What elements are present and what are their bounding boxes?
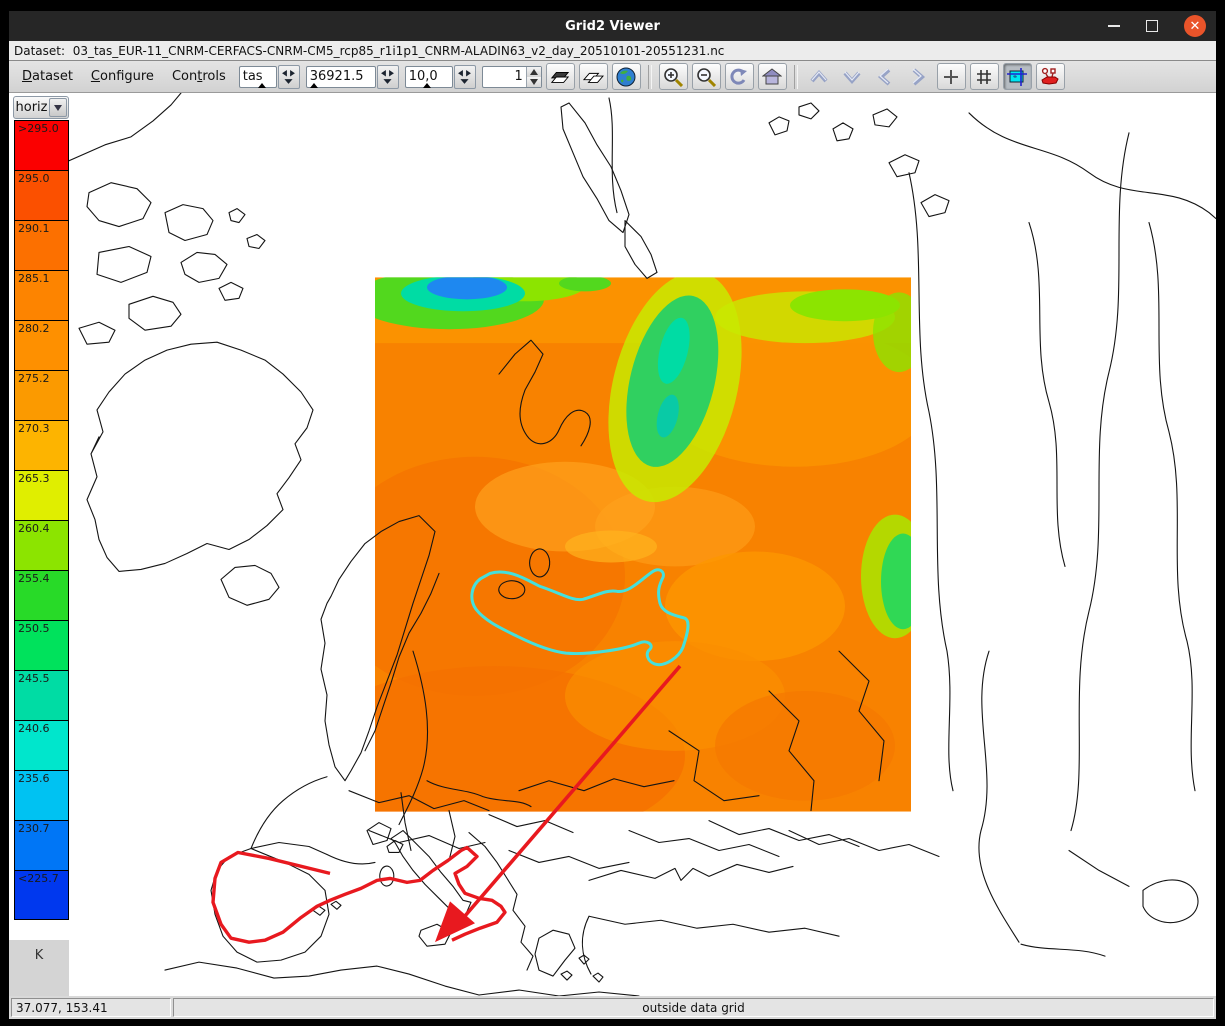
dataset-label: Dataset: xyxy=(14,44,65,58)
close-icon[interactable]: ✕ xyxy=(1184,15,1206,37)
dataset-filename: 03_tas_EUR-11_CNRM-CERFACS-CNRM-CM5_rcp8… xyxy=(73,44,725,58)
colorbar-entry: 250.5 xyxy=(14,620,69,670)
variable-spinner[interactable] xyxy=(278,65,300,89)
menu-configure[interactable]: Configure xyxy=(84,66,161,87)
colorbar-entry: 285.1 xyxy=(14,270,69,320)
level-spinner[interactable] xyxy=(454,65,476,89)
chevron-down-icon[interactable] xyxy=(49,98,67,117)
minimize-icon[interactable] xyxy=(1108,25,1120,27)
zoom-in-button[interactable] xyxy=(659,63,688,90)
rotate-icon xyxy=(729,67,749,87)
colorbar-entry: 260.4 xyxy=(14,520,69,570)
colorbar-entry: 255.4 xyxy=(14,570,69,620)
text-caret xyxy=(423,83,431,88)
up-chevron-icon xyxy=(809,69,829,85)
rotate-button[interactable] xyxy=(725,63,754,90)
toolbar-separator xyxy=(648,65,652,89)
time-spinner[interactable] xyxy=(377,65,399,89)
time-field[interactable]: 36921.5 xyxy=(306,66,376,88)
colorbar-legend: >295.0 295.0 290.1 285.1 280.2 275.2 270… xyxy=(14,120,69,920)
zoom-out-button[interactable] xyxy=(692,63,721,90)
colorbar-entry: 295.0 xyxy=(14,170,69,220)
data-grid-button[interactable] xyxy=(1003,63,1032,90)
colorbar-column: horiz >295.0 295.0 290.1 285.1 280.2 275… xyxy=(9,93,69,996)
data-grid-icon xyxy=(1006,67,1028,87)
multi-layers-icon xyxy=(582,67,604,87)
cycle-spinner-icon xyxy=(281,69,296,85)
status-message: outside data grid xyxy=(173,998,1214,1017)
toolbar-separator xyxy=(794,65,798,89)
frame-stepper[interactable]: 1 xyxy=(482,66,542,88)
colorbar-entry: 290.1 xyxy=(14,220,69,270)
zoom-in-icon xyxy=(663,67,683,87)
home-icon xyxy=(762,67,782,87)
layers-button[interactable] xyxy=(546,63,575,90)
pan-right-button[interactable] xyxy=(904,63,933,90)
data-grid-overlay xyxy=(305,258,935,846)
multi-layers-button[interactable] xyxy=(579,63,608,90)
view-mode-dropdown[interactable]: horiz xyxy=(13,96,69,119)
colorbar-entry: 280.2 xyxy=(14,320,69,370)
colorbar-entry: <225.7 xyxy=(14,870,69,920)
home-button[interactable] xyxy=(758,63,787,90)
pan-down-button[interactable] xyxy=(838,63,867,90)
level-field[interactable]: 10,0 xyxy=(405,66,453,88)
menu-controls[interactable]: Controls xyxy=(165,66,233,87)
probe-icon xyxy=(1039,67,1061,87)
right-chevron-icon xyxy=(910,67,926,87)
colorbar-entry: 270.3 xyxy=(14,420,69,470)
probe-button[interactable] xyxy=(1036,63,1065,90)
frame-up-icon[interactable] xyxy=(527,67,541,77)
text-caret xyxy=(310,83,318,88)
down-chevron-icon xyxy=(842,69,862,85)
dataset-bar: Dataset: 03_tas_EUR-11_CNRM-CERFACS-CNRM… xyxy=(9,41,1216,61)
variable-field[interactable]: tas xyxy=(239,66,277,88)
menu-dataset[interactable]: Dataset xyxy=(15,66,80,87)
grid-lines-button[interactable] xyxy=(970,63,999,90)
cycle-spinner-icon xyxy=(457,69,472,85)
colorbar-entry: 245.5 xyxy=(14,670,69,720)
toolbar: Dataset Configure Controls tas 36921.5 1… xyxy=(9,61,1216,93)
map-viewport: horiz >295.0 295.0 290.1 285.1 280.2 275… xyxy=(9,93,1216,996)
globe-button[interactable] xyxy=(612,63,641,90)
pan-up-button[interactable] xyxy=(805,63,834,90)
colorbar-entry: >295.0 xyxy=(14,120,69,170)
grid-icon xyxy=(974,67,994,87)
layers-icon xyxy=(549,67,571,87)
colorbar-entry: 240.6 xyxy=(14,720,69,770)
pan-left-button[interactable] xyxy=(871,63,900,90)
colorbar-entry: 235.6 xyxy=(14,770,69,820)
titlebar[interactable]: Grid2 Viewer ✕ xyxy=(9,11,1216,41)
view-mode-value: horiz xyxy=(14,100,49,115)
zoom-out-icon xyxy=(696,67,716,87)
text-caret xyxy=(258,83,266,88)
status-bar: 37.077, 153.41 outside data grid xyxy=(9,996,1216,1019)
cycle-spinner-icon xyxy=(380,69,395,85)
app-window: Grid2 Viewer ✕ Dataset: 03_tas_EUR-11_CN… xyxy=(9,11,1216,1019)
crosshair-button[interactable] xyxy=(937,63,966,90)
map-canvas[interactable] xyxy=(69,93,1216,996)
plus-icon xyxy=(941,67,961,87)
frame-down-icon[interactable] xyxy=(527,77,541,87)
colorbar-units: K xyxy=(9,940,69,996)
window-title: Grid2 Viewer xyxy=(9,19,1216,34)
maximize-icon[interactable] xyxy=(1146,20,1158,32)
left-chevron-icon xyxy=(877,67,893,87)
colorbar-entry: 275.2 xyxy=(14,370,69,420)
cursor-coordinates: 37.077, 153.41 xyxy=(11,998,171,1017)
colorbar-entry: 265.3 xyxy=(14,470,69,520)
colorbar-entry: 230.7 xyxy=(14,820,69,870)
globe-icon xyxy=(616,67,636,87)
